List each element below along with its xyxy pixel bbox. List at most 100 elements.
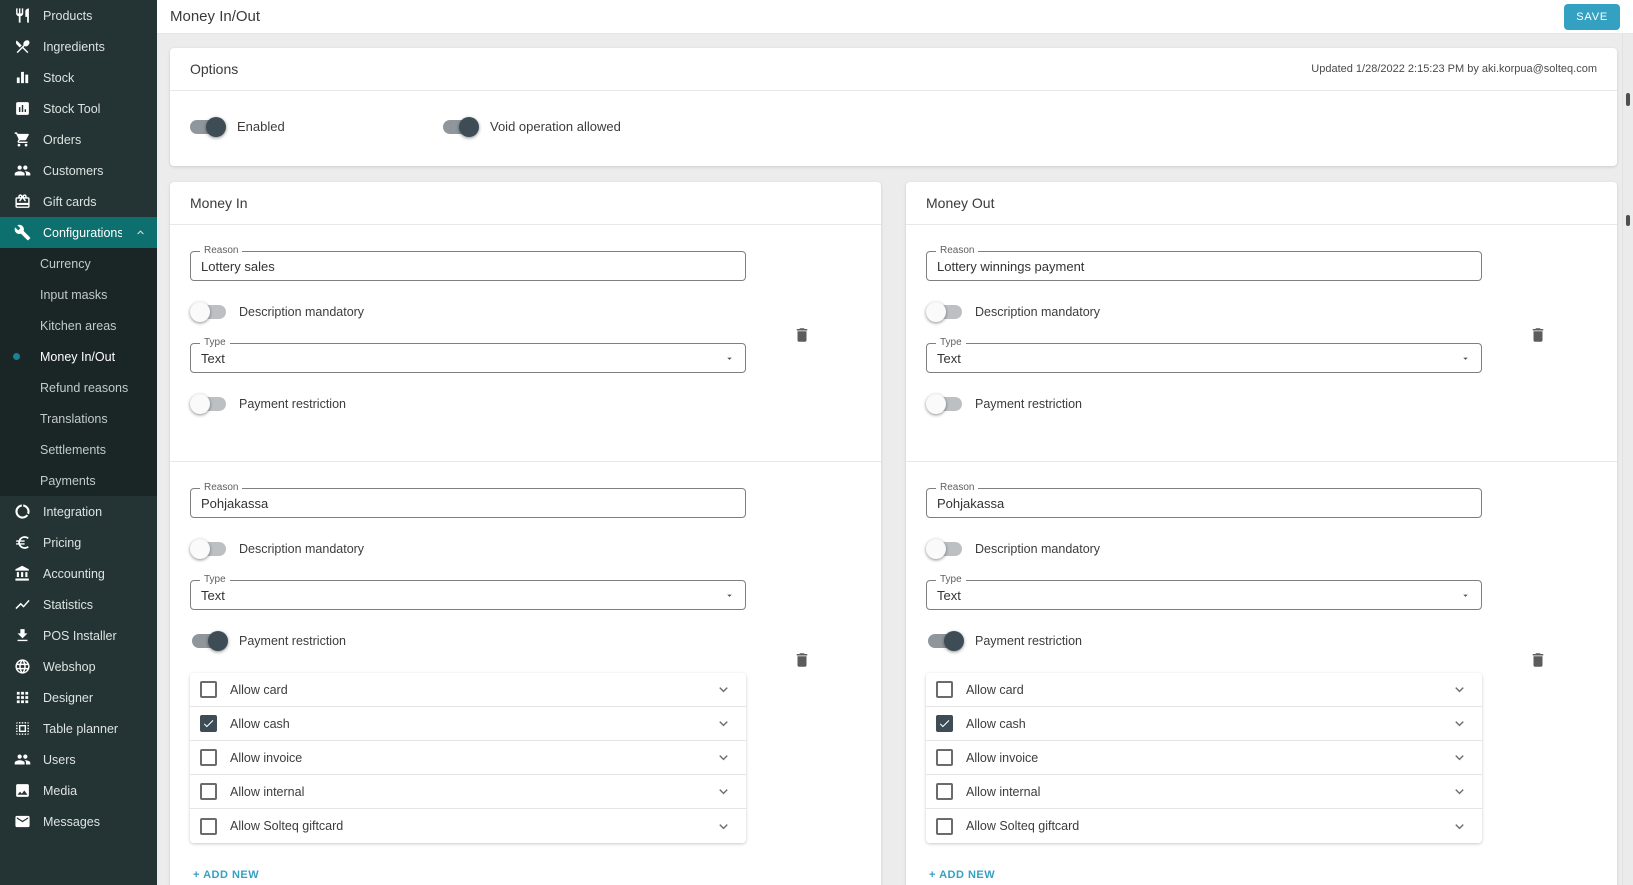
sidebar-item-label: Orders (43, 133, 147, 147)
type-select[interactable]: Type Text (926, 343, 1482, 373)
delete-reason-button[interactable] (791, 325, 813, 347)
sidebar-item-stock-tool[interactable]: Stock Tool (0, 93, 157, 124)
description-mandatory-toggle[interactable] (192, 305, 226, 319)
add-new-button[interactable]: + ADD NEW (190, 869, 259, 881)
money-out-group-1: Reason Description mandatory Type Text (906, 225, 1617, 461)
reason-input[interactable] (937, 496, 1471, 511)
void-operation-toggle[interactable] (443, 120, 477, 134)
delete-reason-button[interactable] (791, 650, 813, 672)
add-new-button[interactable]: + ADD NEW (926, 869, 995, 881)
allow-card-row[interactable]: Allow card (926, 673, 1482, 707)
allow-card-checkbox[interactable] (936, 681, 953, 698)
reason-input[interactable] (201, 496, 735, 511)
sidebar-item-pricing[interactable]: Pricing (0, 527, 157, 558)
sidebar-item-designer[interactable]: Designer (0, 682, 157, 713)
main-area: Money In/Out SAVE Options Updated 1/28/2… (157, 0, 1633, 885)
sidebar-item-input-masks[interactable]: Input masks (0, 279, 157, 310)
sidebar-item-webshop[interactable]: Webshop (0, 651, 157, 682)
allow-internal-checkbox[interactable] (936, 783, 953, 800)
sidebar-item-customers[interactable]: Customers (0, 155, 157, 186)
sidebar-item-media[interactable]: Media (0, 775, 157, 806)
delete-reason-button[interactable] (1527, 325, 1549, 347)
description-mandatory-toggle[interactable] (192, 542, 226, 556)
payment-restriction-toggle[interactable] (928, 634, 962, 648)
allow-internal-row[interactable]: Allow internal (926, 775, 1482, 809)
allow-invoice-row[interactable]: Allow invoice (926, 741, 1482, 775)
sidebar-item-settlements[interactable]: Settlements (0, 434, 157, 465)
type-select[interactable]: Type Text (190, 343, 746, 373)
enabled-toggle-row: Enabled (190, 119, 443, 134)
allow-cash-checkbox[interactable] (200, 715, 217, 732)
mail-icon (14, 813, 31, 830)
allow-solteq-giftcard-row[interactable]: Allow Solteq giftcard (190, 809, 746, 843)
sidebar-item-configurations[interactable]: Configurations (0, 217, 157, 248)
sidebar-item-messages[interactable]: Messages (0, 806, 157, 837)
sidebar-item-stock[interactable]: Stock (0, 62, 157, 93)
check-icon (938, 717, 951, 730)
scrollbar-thumb[interactable] (1626, 93, 1630, 106)
void-operation-toggle-row: Void operation allowed (443, 119, 621, 134)
description-mandatory-toggle[interactable] (928, 542, 962, 556)
type-select[interactable]: Type Text (926, 580, 1482, 610)
sidebar-item-payments[interactable]: Payments (0, 465, 157, 496)
sidebar-item-integration[interactable]: Integration (0, 496, 157, 527)
configurations-submenu: Currency Input masks Kitchen areas Money… (0, 248, 157, 496)
reason-input[interactable] (201, 259, 735, 274)
allow-invoice-checkbox[interactable] (200, 749, 217, 766)
save-button[interactable]: SAVE (1564, 4, 1620, 30)
sidebar-item-refund-reasons[interactable]: Refund reasons (0, 372, 157, 403)
sidebar-item-gift-cards[interactable]: Gift cards (0, 186, 157, 217)
sidebar-item-orders[interactable]: Orders (0, 124, 157, 155)
allow-card-row[interactable]: Allow card (190, 673, 746, 707)
allow-cash-row[interactable]: Allow cash (926, 707, 1482, 741)
allow-card-checkbox[interactable] (200, 681, 217, 698)
scrollbar-track[interactable] (1622, 34, 1633, 885)
allow-cash-row[interactable]: Allow cash (190, 707, 746, 741)
sidebar-item-translations[interactable]: Translations (0, 403, 157, 434)
chevron-down-icon (715, 783, 732, 800)
description-mandatory-toggle[interactable] (928, 305, 962, 319)
allow-solteq-giftcard-checkbox[interactable] (200, 818, 217, 835)
option-label: Allow card (230, 683, 715, 697)
payment-restriction-row: Payment restriction (190, 631, 746, 651)
sidebar-item-products[interactable]: Products (0, 0, 157, 31)
sidebar-item-money-in-out[interactable]: Money In/Out (0, 341, 157, 372)
payment-restriction-toggle[interactable] (192, 634, 226, 648)
options-card-header: Options Updated 1/28/2022 2:15:23 PM by … (170, 48, 1617, 91)
trash-icon (793, 651, 811, 669)
sidebar-item-label: Messages (43, 815, 147, 829)
sidebar-item-currency[interactable]: Currency (0, 248, 157, 279)
sidebar-item-pos-installer[interactable]: POS Installer (0, 620, 157, 651)
scrollbar-thumb[interactable] (1626, 215, 1630, 226)
reason-field: Reason (190, 488, 746, 518)
page-title: Money In/Out (170, 8, 1564, 25)
sidebar-item-label: Webshop (43, 660, 147, 674)
reason-input[interactable] (937, 259, 1471, 274)
money-out-header: Money Out (906, 182, 1617, 225)
description-mandatory-label: Description mandatory (239, 305, 364, 319)
updated-info: Updated 1/28/2022 2:15:23 PM by aki.korp… (1311, 63, 1597, 75)
delete-reason-button[interactable] (1527, 650, 1549, 672)
allow-invoice-checkbox[interactable] (936, 749, 953, 766)
sidebar-item-accounting[interactable]: Accounting (0, 558, 157, 589)
sidebar-item-users[interactable]: Users (0, 744, 157, 775)
payment-restriction-toggle[interactable] (928, 397, 962, 411)
payment-restriction-label: Payment restriction (239, 397, 346, 411)
type-select[interactable]: Type Text (190, 580, 746, 610)
sidebar-item-label: Media (43, 784, 147, 798)
allow-internal-row[interactable]: Allow internal (190, 775, 746, 809)
allow-internal-checkbox[interactable] (200, 783, 217, 800)
enabled-toggle[interactable] (190, 120, 224, 134)
sidebar-item-kitchen-areas[interactable]: Kitchen areas (0, 310, 157, 341)
sidebar-item-statistics[interactable]: Statistics (0, 589, 157, 620)
allow-invoice-row[interactable]: Allow invoice (190, 741, 746, 775)
globe-icon (14, 658, 31, 675)
sidebar-item-table-planner[interactable]: Table planner (0, 713, 157, 744)
allow-solteq-giftcard-checkbox[interactable] (936, 818, 953, 835)
sidebar-item-ingredients[interactable]: Ingredients (0, 31, 157, 62)
toggle-knob (190, 539, 210, 559)
allow-solteq-giftcard-row[interactable]: Allow Solteq giftcard (926, 809, 1482, 843)
allow-cash-checkbox[interactable] (936, 715, 953, 732)
description-mandatory-label: Description mandatory (239, 542, 364, 556)
payment-restriction-toggle[interactable] (192, 397, 226, 411)
